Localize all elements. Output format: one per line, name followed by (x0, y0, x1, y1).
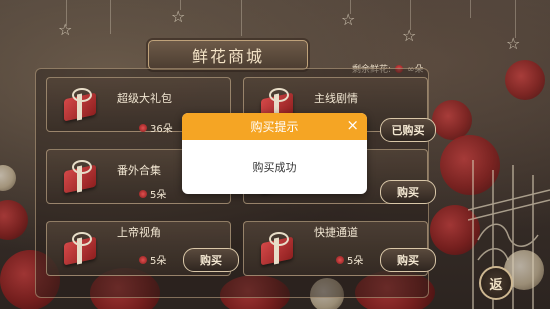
flower-icon (139, 123, 147, 132)
item-name: 主线剧情 (314, 92, 358, 105)
star-decoration-icon: ☆ (506, 34, 521, 53)
item-price: 5朵 (139, 252, 166, 267)
game-screen: ☆ ☆ ☆ ☆ ☆ 鲜花商城 剩余鲜花: ∞朵 超级大礼包 36朵 主线剧情 已… (0, 0, 550, 309)
flower-icon (336, 255, 344, 264)
shop-title: 鲜花商城 (148, 40, 308, 70)
item-price: 5朵 (336, 252, 363, 267)
gift-box-icon (60, 230, 100, 266)
star-decoration-icon: ☆ (402, 26, 417, 45)
flower-icon (139, 255, 147, 264)
item-name: 快捷通道 (314, 226, 358, 239)
gift-box-icon (60, 86, 100, 122)
item-name: 番外合集 (117, 164, 161, 177)
close-icon[interactable]: × (346, 118, 359, 133)
dialog-title: 购买提示 (250, 120, 299, 134)
shop-item: 快捷通道 5朵 购买 (243, 221, 436, 276)
star-decoration-icon: ☆ (58, 20, 73, 39)
item-name: 上帝视角 (117, 226, 161, 239)
dialog-header: 购买提示 × (182, 113, 367, 140)
buy-button[interactable]: 购买 (183, 248, 239, 272)
item-name: 超级大礼包 (117, 92, 172, 105)
rose-decoration (0, 165, 16, 191)
item-price: 5朵 (139, 186, 166, 201)
dialog-body: 购买成功 (182, 140, 367, 194)
star-decoration-icon: ☆ (341, 10, 356, 29)
shop-item: 上帝视角 5朵 购买 (46, 221, 239, 276)
buy-button[interactable]: 购买 (380, 180, 436, 204)
gift-box-icon (257, 230, 297, 266)
rose-decoration (0, 200, 28, 240)
rose-decoration (432, 100, 472, 140)
dialog-message: 购买成功 (252, 161, 297, 174)
back-button[interactable]: 返 (479, 266, 513, 300)
hanging-string (110, 0, 111, 34)
star-decoration-icon: ☆ (171, 7, 186, 26)
gift-box-icon (60, 158, 100, 194)
rose-decoration (505, 60, 545, 100)
item-price: 36朵 (139, 120, 173, 135)
hanging-string (241, 0, 242, 36)
hanging-string (470, 0, 471, 18)
flower-icon (139, 189, 147, 198)
purchase-dialog: 购买提示 × 购买成功 (182, 113, 367, 194)
purchased-button[interactable]: 已购买 (380, 118, 436, 142)
hanging-string (515, 0, 516, 38)
buy-button[interactable]: 购买 (380, 248, 436, 272)
